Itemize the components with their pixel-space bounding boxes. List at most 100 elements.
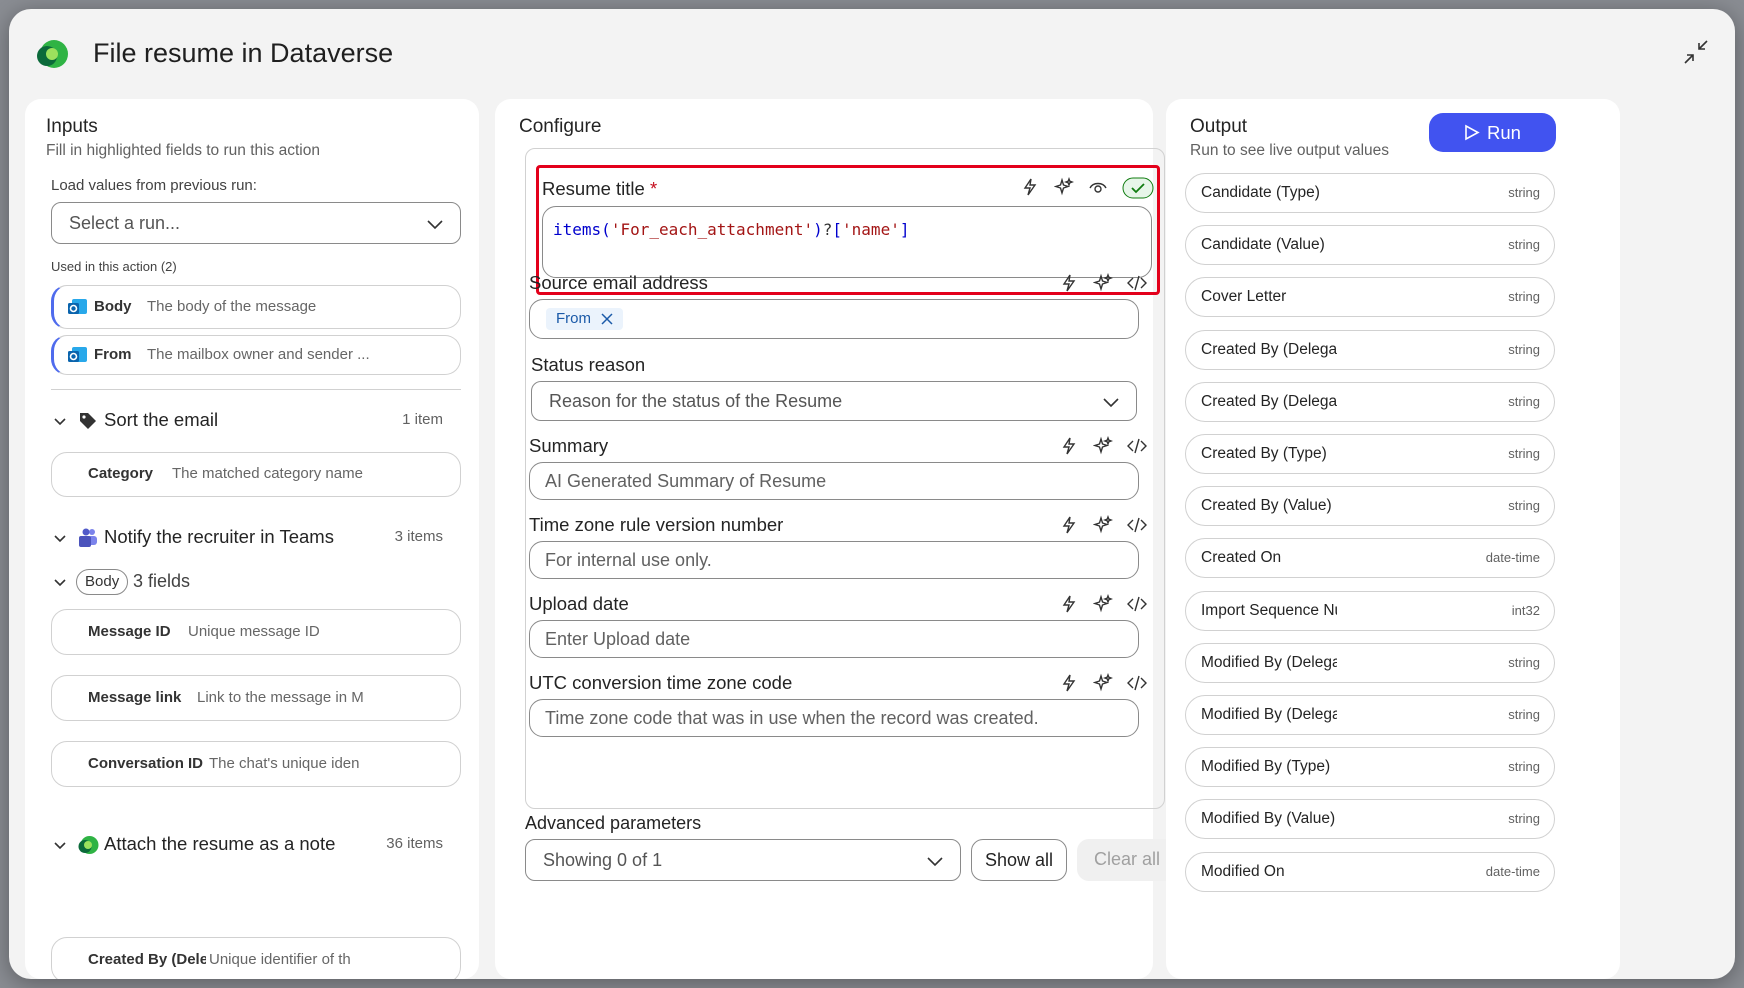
- inputs-subtitle: Fill in highlighted fields to run this a…: [46, 142, 320, 159]
- output-row[interactable]: Modified By (Type) string: [1185, 747, 1555, 788]
- field-actions: [1059, 436, 1147, 456]
- select-run-dropdown[interactable]: Select a run...: [51, 202, 461, 244]
- select-run-placeholder: Select a run...: [69, 213, 181, 233]
- action-dialog: File resume in Dataverse Inputs Fill in …: [9, 9, 1735, 979]
- output-field-type: int32: [1511, 602, 1540, 618]
- used-in-action-label: Used in this action (2): [51, 259, 177, 274]
- field-value: The matched category name: [172, 465, 363, 482]
- field-category[interactable]: Category The matched category name: [51, 452, 461, 497]
- output-field-type: string: [1508, 654, 1540, 670]
- output-row[interactable]: Created By (Delegat string: [1185, 381, 1555, 422]
- output-row[interactable]: Candidate (Value) string: [1185, 225, 1555, 266]
- output-field-name: Created By (Value): [1201, 497, 1332, 515]
- lightning-icon[interactable]: [1059, 515, 1079, 535]
- run-label: Run: [1487, 122, 1521, 143]
- sparkle-icon[interactable]: [1093, 673, 1113, 693]
- play-icon: [1465, 124, 1480, 141]
- code-icon[interactable]: [1127, 273, 1147, 293]
- output-row[interactable]: Created On date-time: [1185, 538, 1555, 579]
- field-actions: [1059, 673, 1147, 693]
- field-label: Category: [88, 465, 154, 482]
- chevron-down-icon: [927, 857, 943, 867]
- used-item-body[interactable]: Body The body of the message: [51, 285, 461, 329]
- sparkle-icon[interactable]: [1093, 594, 1113, 614]
- sparkle-icon[interactable]: [1054, 177, 1074, 197]
- output-row[interactable]: Created By (Delegat string: [1185, 329, 1555, 370]
- sparkle-icon[interactable]: [1093, 273, 1113, 293]
- output-field-type: date-time: [1485, 863, 1540, 879]
- tz-rule-input[interactable]: For internal use only.: [529, 541, 1139, 579]
- output-row[interactable]: Import Sequence Nu int32: [1185, 590, 1555, 631]
- load-values-label: Load values from previous run:: [51, 177, 257, 194]
- advanced-showing-label: Showing 0 of 1: [543, 850, 663, 870]
- section-title: Sort the email: [104, 409, 219, 430]
- section-attach-resume[interactable]: Attach the resume as a note 36 items: [47, 830, 457, 860]
- lightning-icon[interactable]: [1059, 436, 1079, 456]
- eye-icon[interactable]: [1088, 177, 1108, 197]
- field-message-id[interactable]: Message ID Unique message ID: [51, 609, 461, 655]
- sparkle-icon[interactable]: [1093, 436, 1113, 456]
- output-field-name: Created On: [1201, 549, 1282, 567]
- tz-rule-label: Time zone rule version number: [529, 514, 784, 535]
- output-row[interactable]: Created By (Value) string: [1185, 486, 1555, 527]
- dialog-header: File resume in Dataverse: [9, 9, 1735, 101]
- summary-input[interactable]: AI Generated Summary of Resume: [529, 462, 1139, 500]
- output-row[interactable]: Modified By (Value) string: [1185, 799, 1555, 840]
- output-panel: Output Run to see live output values Can…: [1166, 99, 1620, 979]
- sparkle-icon[interactable]: [1093, 515, 1113, 535]
- resume-title-expression[interactable]: items('For_each_attachment')?['name']: [542, 206, 1152, 278]
- code-icon[interactable]: [1127, 594, 1147, 614]
- field-label: Conversation ID: [88, 755, 204, 772]
- show-all-button[interactable]: Show all: [971, 839, 1067, 881]
- advanced-parameters-dropdown[interactable]: Showing 0 of 1: [525, 839, 961, 881]
- code-icon[interactable]: [1127, 673, 1147, 693]
- output-row[interactable]: Modified By (Delega string: [1185, 695, 1555, 735]
- output-field-type: string: [1508, 185, 1540, 200]
- code-icon[interactable]: [1127, 515, 1147, 535]
- output-row[interactable]: Modified By (Delega string: [1185, 642, 1555, 683]
- output-field-type: string: [1508, 759, 1540, 775]
- tag-icon: [80, 413, 96, 429]
- output-field-name: Created By (Type): [1201, 445, 1327, 462]
- collapse-icon[interactable]: [1681, 37, 1711, 67]
- status-reason-dropdown[interactable]: Reason for the status of the Resume: [531, 381, 1137, 421]
- output-row[interactable]: Candidate (Type) string: [1185, 173, 1555, 213]
- lightning-icon[interactable]: [1059, 673, 1079, 693]
- field-label: Message link: [88, 689, 182, 706]
- section-notify-recruiter[interactable]: Notify the recruiter in Teams 3 items: [47, 523, 457, 553]
- lightning-icon[interactable]: [1059, 594, 1079, 614]
- code-icon[interactable]: [1127, 436, 1147, 456]
- utc-code-input[interactable]: Time zone code that was in use when the …: [529, 699, 1139, 737]
- output-row[interactable]: Cover Letter string: [1185, 277, 1555, 318]
- chevron-down-icon: [1103, 398, 1119, 408]
- chevron-down-icon[interactable]: [53, 575, 67, 589]
- output-row[interactable]: Modified On date-time: [1185, 851, 1555, 892]
- output-field-name: Candidate (Type): [1201, 184, 1320, 201]
- field-created-by[interactable]: Created By (Dele Unique identifier of th: [51, 937, 461, 979]
- advanced-parameters-label: Advanced parameters: [525, 813, 702, 833]
- chip-label: From: [556, 310, 591, 327]
- output-field-name: Modified On: [1201, 862, 1285, 880]
- section-sort-the-email[interactable]: Sort the email 1 item: [47, 406, 457, 436]
- field-conversation-id[interactable]: Conversation ID The chat's unique iden: [51, 741, 461, 787]
- status-reason-placeholder: Reason for the status of the Resume: [549, 391, 843, 411]
- clear-all-button[interactable]: Clear all: [1077, 839, 1177, 881]
- output-field-type: string: [1508, 341, 1540, 357]
- remove-token-icon[interactable]: [601, 313, 613, 325]
- from-token-chip: From: [546, 308, 623, 330]
- output-row[interactable]: Created By (Type) string: [1185, 434, 1555, 474]
- lightning-icon[interactable]: [1020, 177, 1040, 197]
- field-value: The chat's unique iden: [209, 755, 360, 772]
- check-icon[interactable]: [1122, 177, 1154, 199]
- upload-date-input[interactable]: Enter Upload date: [529, 620, 1139, 658]
- output-subtitle: Run to see live output values: [1190, 142, 1390, 159]
- used-item-from[interactable]: From The mailbox owner and sender ...: [51, 335, 461, 375]
- configure-heading: Configure: [519, 116, 602, 137]
- run-button[interactable]: Run: [1429, 113, 1556, 152]
- field-actions: [1059, 273, 1147, 293]
- lightning-icon[interactable]: [1059, 273, 1079, 293]
- field-actions: [1059, 594, 1147, 614]
- source-email-input[interactable]: From: [529, 299, 1139, 339]
- field-message-link[interactable]: Message link Link to the message in M: [51, 675, 461, 721]
- field-label: Created By (Dele: [88, 951, 206, 968]
